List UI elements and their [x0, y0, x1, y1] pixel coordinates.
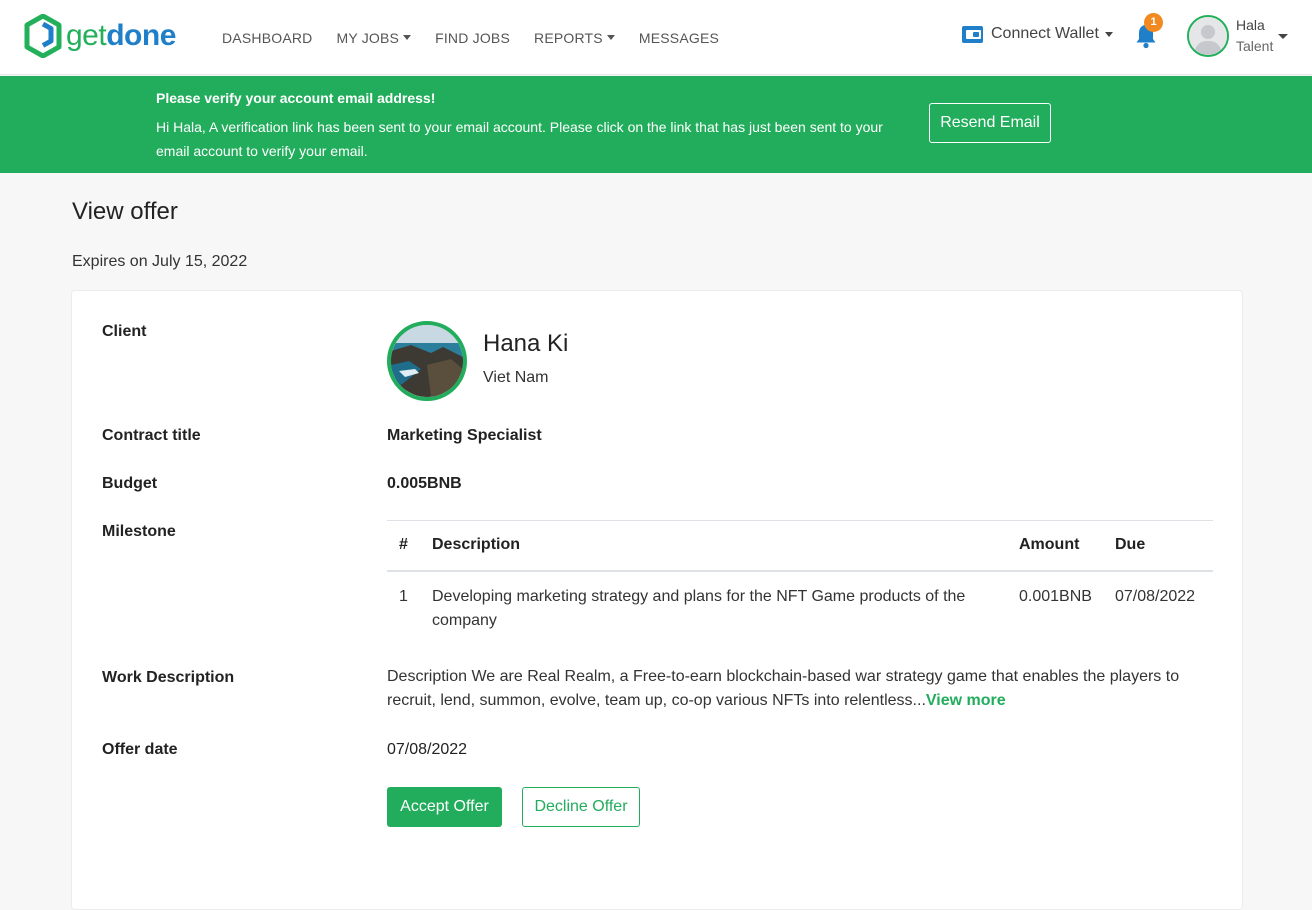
milestone-amount: 0.001BNB: [1019, 587, 1092, 605]
view-more-link[interactable]: View more: [926, 692, 1006, 709]
verify-email-banner: Please verify your account email address…: [0, 76, 1312, 173]
logo-text: getdone: [66, 19, 176, 52]
notification-badge: 1: [1144, 13, 1163, 32]
work-description-label: Work Description: [102, 669, 235, 686]
milestone-num: 1: [399, 587, 408, 605]
caret-down-icon: [606, 35, 615, 40]
nav-messages[interactable]: MESSAGES: [639, 30, 719, 46]
getdone-logo[interactable]: getdone: [24, 14, 176, 58]
nav-dashboard[interactable]: DASHBOARD: [222, 30, 312, 46]
work-description-text: Description We are Real Realm, a Free-to…: [387, 668, 1180, 709]
connect-wallet-dropdown[interactable]: Connect Wallet: [962, 24, 1113, 44]
header-num: #: [387, 520, 432, 572]
header-description: Description: [432, 520, 1019, 572]
caret-down-icon: [403, 35, 412, 40]
client-name[interactable]: Hana Ki: [483, 330, 568, 358]
work-description: Description We are Real Realm, a Free-to…: [387, 665, 1187, 713]
contract-title-label: Contract title: [102, 427, 201, 444]
table-row: 1 Developing marketing strategy and plan…: [387, 571, 1213, 641]
caret-down-icon: [1104, 31, 1113, 37]
offer-card: Client Hana Ki Viet Nam Contract title M…: [71, 290, 1243, 910]
banner-title: Please verify your account email address…: [156, 90, 436, 106]
nav-reports[interactable]: REPORTS: [534, 30, 615, 46]
milestone-table: # Description Amount Due 1 Developing ma…: [387, 520, 1213, 641]
banner-text: Hi Hala, A verification link has been se…: [156, 119, 883, 159]
milestone-label: Milestone: [102, 523, 176, 540]
resend-email-button[interactable]: Resend Email: [929, 103, 1051, 143]
top-navbar: getdone DASHBOARD MY JOBS FIND JOBS REPO…: [0, 0, 1312, 75]
nav-find-jobs[interactable]: FIND JOBS: [435, 30, 510, 46]
contract-title-value: Marketing Specialist: [387, 427, 542, 444]
budget-label: Budget: [102, 475, 158, 492]
expiry-date: Expires on July 15, 2022: [72, 253, 248, 270]
decline-offer-button[interactable]: Decline Offer: [522, 787, 640, 827]
user-menu-caret-icon[interactable]: [1278, 34, 1288, 39]
client-avatar[interactable]: [387, 321, 467, 401]
table-header-row: # Description Amount Due: [387, 520, 1213, 572]
wallet-icon: [962, 26, 983, 43]
milestone-due: 07/08/2022: [1115, 587, 1196, 605]
connect-wallet-label: Connect Wallet: [991, 25, 1099, 42]
client-country: Viet Nam: [483, 369, 549, 386]
page-title: View offer: [72, 198, 178, 225]
client-label: Client: [102, 323, 147, 340]
client-photo: [391, 325, 463, 397]
logo-hexagon-icon: [24, 14, 62, 58]
user-avatar[interactable]: [1187, 15, 1229, 57]
main-nav: DASHBOARD MY JOBS FIND JOBS REPORTS MESS…: [222, 0, 743, 75]
offer-date-label: Offer date: [102, 741, 178, 758]
offer-date-value: 07/08/2022: [387, 741, 468, 758]
budget-value: 0.005BNB: [387, 475, 462, 492]
accept-offer-button[interactable]: Accept Offer: [387, 787, 502, 827]
header-due: Due: [1115, 520, 1213, 572]
default-user-icon: [1189, 17, 1227, 55]
user-role: Talent: [1236, 38, 1274, 54]
user-name: Hala: [1236, 17, 1265, 33]
milestone-description: Developing marketing strategy and plans …: [432, 587, 966, 629]
nav-my-jobs[interactable]: MY JOBS: [336, 30, 412, 46]
header-amount: Amount: [1019, 520, 1115, 572]
